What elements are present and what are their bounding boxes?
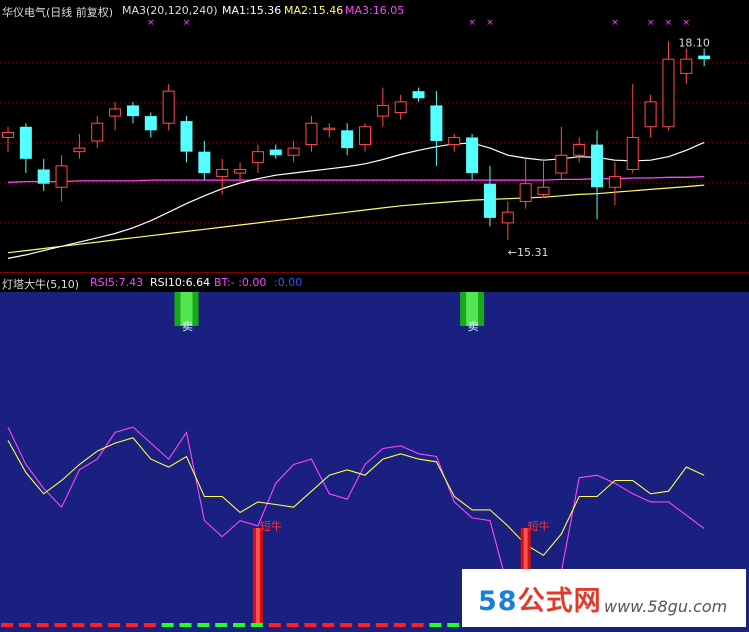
candle-body-up [376, 104, 389, 117]
indicator-name: 灯塔大牛(5,10) [2, 278, 80, 291]
candle-body-up [573, 144, 586, 156]
watermark: 58公式网 www.58gu.com [462, 569, 746, 627]
top-marker: × [468, 18, 476, 28]
candle-body-up [501, 211, 514, 224]
signal-strip-segment [54, 623, 67, 627]
top-marker: × [647, 18, 655, 28]
candle-body-up [162, 90, 175, 124]
signal-strip-segment [36, 623, 49, 627]
candle-body-up [323, 127, 336, 131]
candle-body-up [359, 126, 371, 146]
bull-signal-label: 短牛 [260, 519, 282, 533]
candle-body-down [180, 121, 193, 152]
stock-chart-window: 华仪电气(日线 前复权) MA3(20,120,240) MA1:15.36 M… [0, 0, 749, 632]
signal-strip-segment [375, 623, 388, 627]
candle-body-down [126, 105, 139, 117]
top-marker: × [147, 18, 155, 28]
signal-strip-segment [340, 623, 353, 627]
candle-body-up [537, 186, 550, 195]
candle-body-down [430, 105, 443, 141]
signal-strip-segment [286, 623, 299, 627]
candle-body-up [680, 58, 693, 74]
candle-body-down [198, 151, 211, 174]
candle-body-up [73, 147, 86, 153]
candle-body-up [448, 136, 461, 146]
candle-body-up [234, 168, 247, 174]
candle-body-down [698, 55, 711, 60]
extra-value: :0.00 [274, 276, 303, 289]
sell-signal-label: 卖 [468, 320, 479, 333]
signal-strip-segment [447, 623, 460, 627]
signal-strip-segment [304, 623, 317, 627]
signal-strip-segment [108, 623, 121, 627]
signal-strip-segment [18, 623, 31, 627]
candle-body-up [394, 101, 407, 114]
candle-body-up [55, 165, 68, 188]
bull-signal-highlight [255, 528, 260, 624]
signal-strip-segment [72, 623, 85, 627]
signal-strip-segment [197, 623, 210, 627]
candle-body-up [305, 122, 318, 146]
bt-value: BT:- :0.00 [214, 276, 267, 289]
candle-body-down [144, 116, 157, 131]
signal-strip-segment [268, 623, 281, 627]
signal-strip-segment [358, 623, 370, 627]
candle-body-up [2, 131, 14, 138]
candle-body-up [287, 147, 300, 156]
signal-strip-segment [393, 623, 406, 627]
candle-body-up [662, 58, 675, 128]
candle-body-down [19, 126, 32, 159]
rsi5-value: RSI5:7.43 [90, 276, 144, 289]
ma3-line [7, 184, 705, 254]
candle-body-up [251, 151, 264, 163]
candle-body-up [555, 154, 568, 174]
indicator-header: 灯塔大牛(5,10) RSI5:7.43 RSI10:6.64 BT:- :0.… [0, 273, 749, 292]
candle-body-up [626, 136, 639, 170]
low-price-label: ←15.31 [508, 246, 549, 259]
price-panel[interactable]: 华仪电气(日线 前复权) MA3(20,120,240) MA1:15.36 M… [0, 0, 749, 272]
signal-strip-segment [90, 623, 103, 627]
rsi10-line [7, 437, 705, 557]
sell-signal-label: 卖 [182, 320, 193, 333]
signal-strip-segment [233, 623, 246, 627]
top-marker: × [183, 18, 191, 28]
candle-body-up [109, 108, 122, 117]
top-marker: × [683, 18, 691, 28]
top-marker: × [665, 18, 673, 28]
signal-strip-segment [250, 623, 263, 627]
candle-body-up [644, 101, 657, 128]
top-marker: × [486, 18, 494, 28]
candle-body-up [216, 168, 229, 178]
candle-body-up [519, 183, 532, 203]
candle-body-down [412, 91, 425, 99]
signal-strip-segment [429, 623, 442, 627]
signal-strip-segment [143, 623, 156, 627]
candle-body-down [591, 144, 604, 188]
candle-body-down [37, 169, 50, 184]
candle-body-up [91, 122, 104, 142]
signal-strip-segment [179, 623, 192, 627]
candle-body-down [269, 149, 282, 156]
high-price-label: 18.10 [678, 36, 710, 49]
candle-body-down [466, 137, 479, 174]
signal-strip-segment [161, 623, 174, 627]
candle-body-down [483, 183, 496, 218]
candlestick-chart: × × × × × × × × 18.10 ←15.31 [0, 18, 749, 259]
signal-strip-segment [125, 623, 138, 627]
rsi10-value: RSI10:6.64 [150, 276, 211, 289]
signal-strip-segment [1, 623, 13, 627]
watermark-logo: 58公式网 [478, 586, 602, 617]
bull-signal-label: 短牛 [528, 519, 550, 533]
signal-strip-segment [411, 623, 424, 627]
candle-body-up [608, 176, 621, 188]
candle-body-down [341, 130, 354, 149]
top-marker: × [611, 18, 619, 28]
signal-strip-segment [322, 623, 335, 627]
watermark-url: www.58gu.com [604, 597, 728, 616]
signal-strip-segment [215, 623, 228, 627]
